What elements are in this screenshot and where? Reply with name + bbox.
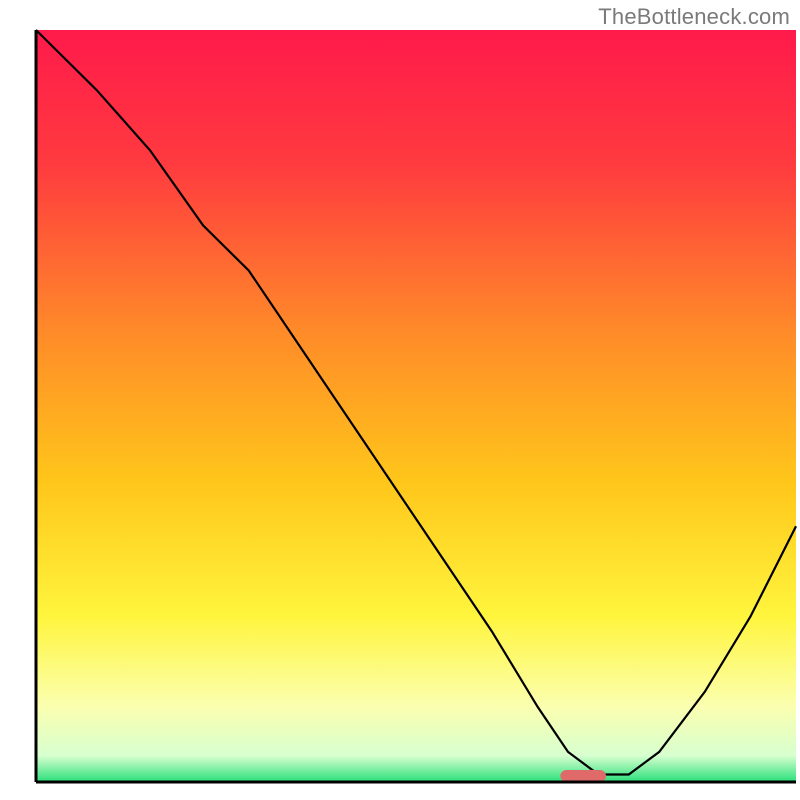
bottleneck-chart bbox=[0, 0, 800, 800]
gradient-background bbox=[36, 30, 796, 782]
watermark-text: TheBottleneck.com bbox=[598, 4, 790, 30]
plot-area bbox=[36, 30, 796, 782]
optimal-marker bbox=[560, 770, 606, 782]
